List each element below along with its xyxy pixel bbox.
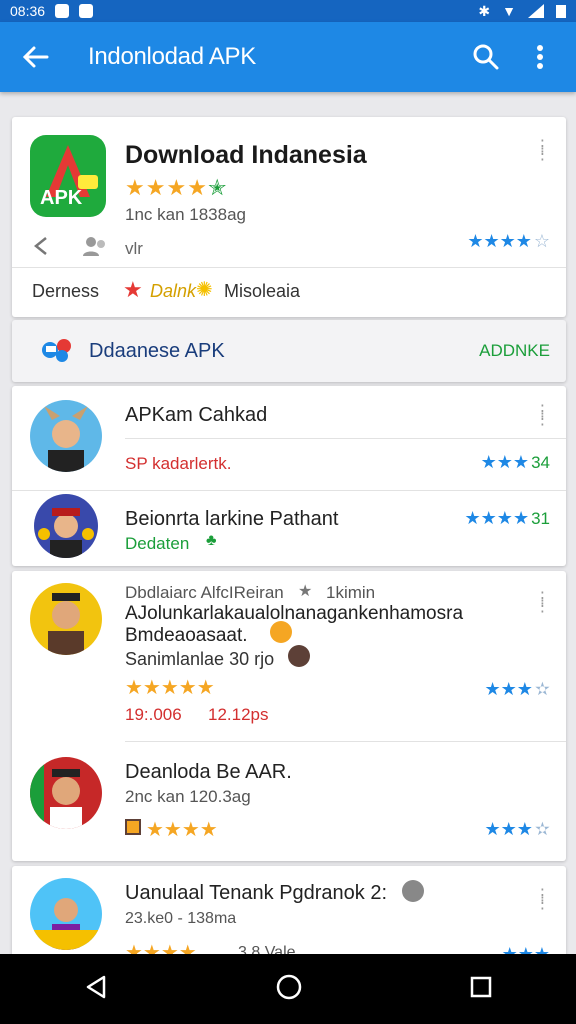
back-triangle-icon [86, 975, 106, 998]
tag-dalnk[interactable]: Dalnk [150, 281, 196, 302]
card-menu-icon[interactable]: ⋮ ⋮ [534, 139, 551, 163]
category-label: Ddaanese APK [89, 339, 225, 362]
apk-icon-text: APK [40, 187, 83, 209]
item-menu-icon[interactable]: ⋮ ⋮ [534, 404, 551, 428]
hero-action-text: vlr [125, 239, 143, 258]
item-title: Deanloda Be AAR. [125, 761, 292, 783]
item-meta: 2nc kan 120.3ag [125, 787, 251, 806]
signal-icon [528, 4, 544, 18]
category-action-button[interactable]: ADDNKE [479, 341, 550, 361]
list-card-3: Uanulaal Tenank Pgdranok 2: 23.ke0 - 138… [12, 866, 566, 966]
item-line2: AJolunkarlakaualolnanagankenhamosra [125, 603, 464, 624]
red-star-icon: ★ [123, 277, 143, 302]
badge-icon [125, 819, 141, 835]
tag-derness[interactable]: Derness [32, 281, 99, 302]
item-line4: Sanimlanlae 30 rjo [125, 649, 275, 669]
back-button[interactable] [0, 22, 70, 92]
search-button[interactable] [464, 35, 508, 79]
recents-square-icon [470, 976, 492, 997]
hero-star-rating: ★ ★ ★ ★ ✭ [125, 175, 227, 200]
item-title: Uanulaal Tenank Pgdranok 2: [125, 882, 388, 904]
status-time: 08:36 [10, 3, 46, 19]
leaf-icon: ♣ [206, 532, 217, 549]
search-icon [473, 44, 499, 70]
item-rating: ★★★ ✫ [484, 819, 550, 839]
list-card-2: Dbdlaiarc AlfcIReiran ★ 1kimin AJolunkar… [12, 571, 566, 861]
app-title: Download Indanesia [125, 141, 367, 169]
emoji-icon [288, 645, 310, 667]
arrow-back-icon [22, 46, 49, 68]
app-hero-card[interactable]: APK Download Indanesia ★ ★ ★ ★ ✭ 1nc kan 183… [12, 117, 566, 317]
share-icon[interactable] [32, 235, 54, 262]
item-title: Beionrta larkine Pathant [125, 508, 339, 530]
list-card-1: APKam Cahkad ⋮ ⋮ SP kadarlertk. ★★★ 34 Bei… [12, 386, 566, 566]
item-rating: ★★★★ 31 [464, 508, 550, 528]
nav-recents-button[interactable] [470, 976, 492, 1003]
item-star-rating: ★★★★ [125, 819, 218, 841]
item-line3: Bmdeaoasaat. [125, 625, 248, 646]
system-nav-bar [0, 954, 576, 1024]
people-icon[interactable] [82, 235, 108, 262]
item-subtitle: SP kadarlertk. [125, 454, 232, 473]
info-icon [402, 880, 424, 902]
avatar [30, 878, 102, 950]
rating-count: 34 [531, 452, 550, 472]
avatar [34, 494, 98, 558]
page-title: Indonlodad APK [88, 43, 256, 70]
divider [125, 438, 566, 439]
divider [12, 267, 566, 268]
nav-home-button[interactable] [276, 974, 302, 1005]
item-meta: 23.ke0 - 138ma [125, 910, 237, 927]
rating-count: 31 [531, 508, 550, 528]
stat-right: 12.12ps [208, 705, 269, 724]
bluetooth-icon: ✱ [478, 2, 491, 19]
emoji-icon [270, 621, 292, 643]
sun-icon: ✺ [196, 279, 213, 301]
notification-icon [55, 4, 70, 18]
item-rating: ★★★ 34 [480, 452, 550, 472]
notification-icon-2 [79, 4, 94, 18]
avatar [30, 400, 102, 472]
more-vert-icon [537, 45, 543, 69]
item-rating: ★★★ ✫ [484, 679, 550, 699]
wifi-icon: ▼ [502, 3, 516, 19]
item-line1: Dbdlaiarc AlfcIReiran [125, 583, 284, 602]
stat-left: 19:.006 [125, 705, 182, 724]
apk-app-icon: APK [30, 135, 106, 217]
pin-icon: ★ [298, 583, 313, 600]
app-meta: 1nc kan 1838ag [125, 205, 246, 224]
item-star-rating: ★★★★★ [125, 677, 215, 699]
avatar [30, 757, 102, 829]
tag-misoleaia[interactable]: Misoleaia [224, 281, 300, 302]
item-subtitle: Dedaten [125, 534, 190, 553]
item-menu-icon[interactable]: ⋮ ⋮ [534, 591, 551, 615]
more-options-button[interactable] [518, 35, 562, 79]
home-circle-icon [276, 974, 302, 999]
hero-blue-rating: ★★★★ ☆ [467, 231, 550, 251]
battery-icon [556, 5, 566, 18]
app-bar: Indonlodad APK [0, 22, 576, 92]
divider [12, 490, 566, 491]
nav-back-button[interactable] [84, 975, 108, 1004]
apk-category-card[interactable]: Ddaanese APK ADDNKE [12, 320, 566, 382]
item-line1b: 1kimin [326, 583, 376, 602]
item-menu-icon[interactable]: ⋮ ⋮ [534, 888, 551, 912]
divider [125, 741, 566, 742]
avatar [30, 583, 102, 655]
status-bar: 08:36 ✱ ▼ [0, 0, 576, 22]
apk-category-icon [40, 336, 74, 369]
item-title: APKam Cahkad [125, 404, 268, 426]
